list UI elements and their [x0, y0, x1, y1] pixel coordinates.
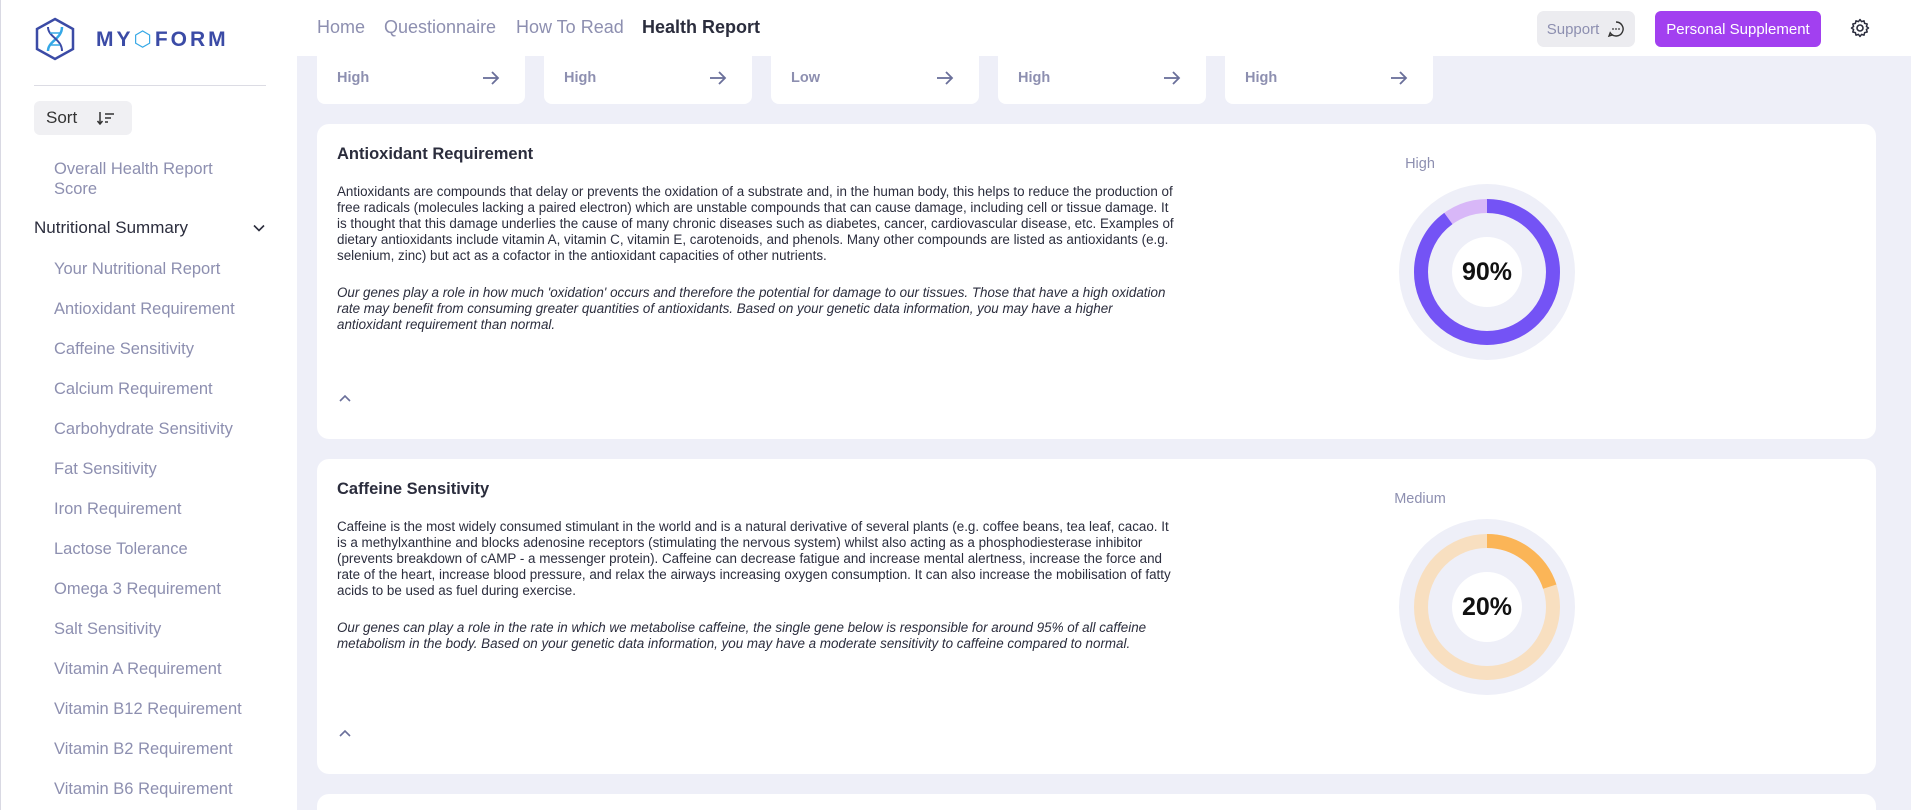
summary-card[interactable]: High	[998, 56, 1206, 104]
chat-icon	[1608, 21, 1625, 38]
report-card-caffeine: Caffeine Sensitivity Caffeine is the mos…	[317, 459, 1876, 774]
sidebar-item[interactable]: Lactose Tolerance	[54, 539, 188, 559]
logo[interactable]: MY⬡FORM	[34, 17, 229, 61]
summary-level: High	[1245, 70, 1278, 86]
report-description: Antioxidants are compounds that delay or…	[337, 184, 1174, 263]
sidebar-item[interactable]: Calcium Requirement	[54, 379, 213, 399]
report-card-antioxidant: Antioxidant Requirement Antioxidants are…	[317, 124, 1876, 439]
sidebar-item[interactable]: Caffeine Sensitivity	[54, 339, 194, 359]
summary-level: High	[337, 70, 370, 86]
report-level: Medium	[1394, 491, 1446, 507]
sidebar-item[interactable]: Vitamin A Requirement	[54, 659, 222, 679]
sidebar-item[interactable]: Omega 3 Requirement	[54, 579, 221, 599]
sidebar-item[interactable]: Vitamin B6 Requirement	[54, 779, 233, 799]
gear-icon[interactable]	[1850, 18, 1870, 38]
summary-level: Low	[791, 70, 820, 86]
donut-percent: 90%	[1461, 258, 1513, 286]
arrow-right-icon	[1164, 71, 1181, 85]
sidebar-divider	[34, 85, 266, 86]
summary-card[interactable]: High	[317, 56, 525, 104]
logo-text: MY⬡FORM	[96, 27, 229, 51]
report-title: Caffeine Sensitivity	[337, 480, 490, 498]
summary-level: High	[564, 70, 597, 86]
support-button[interactable]: Support	[1537, 11, 1635, 47]
report-description: Caffeine is the most widely consumed sti…	[337, 519, 1171, 598]
sidebar-section-nutritional-summary[interactable]: Nutritional Summary	[34, 218, 266, 238]
sidebar-item[interactable]: Vitamin B2 Requirement	[54, 739, 233, 759]
sort-button[interactable]: Sort	[34, 101, 132, 135]
summary-card[interactable]: High	[1225, 56, 1433, 104]
sidebar-item[interactable]: Antioxidant Requirement	[54, 299, 235, 319]
arrow-right-icon	[710, 71, 727, 85]
sidebar: MY⬡FORM Sort Overall Health Report Score…	[0, 0, 297, 810]
sort-label: Sort	[46, 108, 78, 127]
sidebar-item[interactable]: Iron Requirement	[54, 499, 181, 519]
report-title: Antioxidant Requirement	[337, 145, 534, 163]
report-card-next	[317, 794, 1876, 810]
sidebar-item[interactable]: Carbohydrate Sensitivity	[54, 419, 233, 439]
nav-home[interactable]: Home	[317, 17, 365, 38]
sidebar-section-label: Nutritional Summary	[34, 218, 188, 237]
sort-icon	[97, 112, 115, 125]
personal-supplement-button[interactable]: Personal Supplement	[1655, 11, 1821, 47]
chevron-up-icon[interactable]	[337, 725, 353, 741]
chevron-up-icon[interactable]	[337, 390, 353, 406]
sidebar-item[interactable]: Fat Sensitivity	[54, 459, 157, 479]
arrow-right-icon	[937, 71, 954, 85]
summary-level: High	[1018, 70, 1051, 86]
donut-percent: 20%	[1461, 593, 1513, 621]
top-nav: Home Questionnaire How To Read Health Re…	[297, 0, 1911, 56]
arrow-right-icon	[1391, 71, 1408, 85]
sidebar-item-overall-score[interactable]: Overall Health Report Score	[54, 159, 254, 199]
logo-icon	[35, 17, 75, 61]
arrow-right-icon	[483, 71, 500, 85]
nav-questionnaire[interactable]: Questionnaire	[384, 17, 496, 38]
report-note: Our genes play a role in how much 'oxida…	[337, 285, 1166, 332]
sidebar-item[interactable]: Vitamin B12 Requirement	[54, 699, 242, 719]
nav-how-to-read[interactable]: How To Read	[516, 17, 624, 38]
summary-card[interactable]: High	[544, 56, 752, 104]
summary-card[interactable]: Low	[771, 56, 979, 104]
support-label: Support	[1546, 20, 1600, 38]
chevron-down-icon	[253, 224, 265, 232]
sidebar-item[interactable]: Salt Sensitivity	[54, 619, 161, 639]
report-level: High	[1405, 156, 1435, 172]
report-note: Our genes can play a role in the rate in…	[337, 620, 1147, 651]
sidebar-item[interactable]: Your Nutritional Report	[54, 259, 220, 279]
nav-health-report[interactable]: Health Report	[642, 17, 760, 38]
